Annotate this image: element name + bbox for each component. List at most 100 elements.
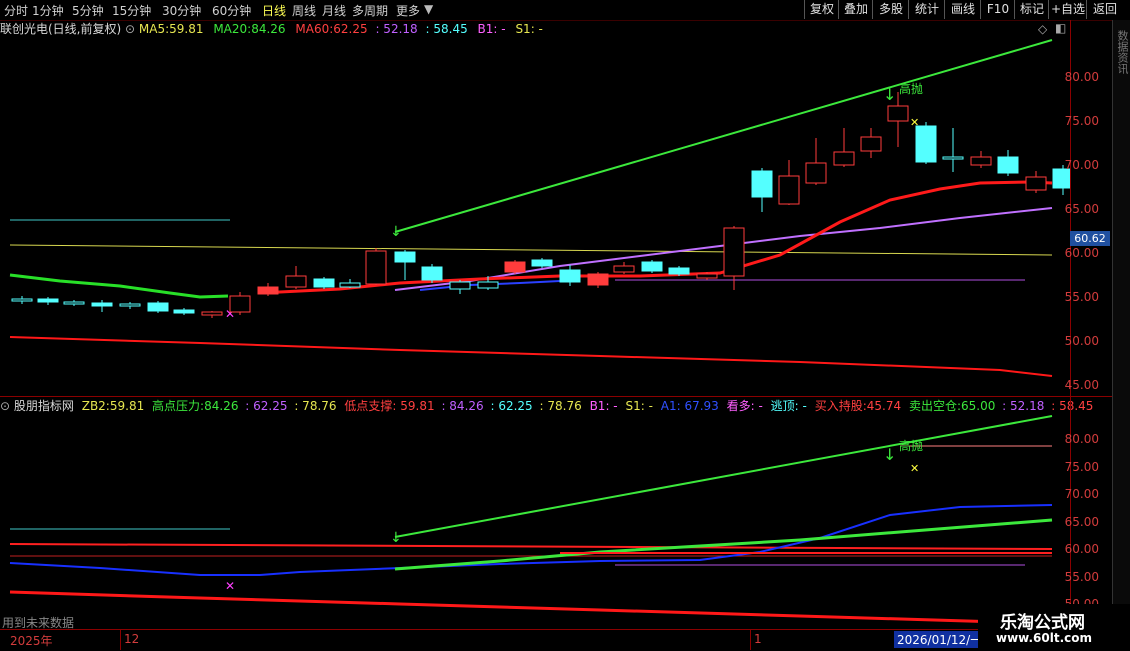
watermark: 乐淘公式网 www.60lt.com — [978, 604, 1130, 650]
candle-body — [942, 156, 964, 160]
sub-buy-arrow-icon: ↓ — [390, 530, 402, 546]
candle-body — [91, 302, 113, 307]
candle-body — [229, 295, 251, 313]
candle-body — [997, 156, 1019, 174]
candle-body — [477, 281, 499, 289]
ma20-value: 84.26 — [251, 22, 286, 36]
sub-lower-channel — [9, 590, 1053, 627]
period-tab-monthly[interactable]: 月线 — [322, 2, 346, 19]
current-price-tag: 60.62 — [1070, 231, 1110, 246]
stock-name: 联创光电(日线,前复权) — [0, 22, 122, 36]
cursor-date-label: 2026/01/12/一 — [894, 631, 986, 648]
period-tab-fenshi[interactable]: 分时 — [4, 2, 28, 19]
sub-chart: ↓ ↓ 高抛 ✕ ✕ — [9, 415, 1053, 627]
ma60-label: MA60: — [295, 22, 334, 36]
sub-sell-marker-label: 高抛 — [899, 438, 923, 453]
candle-body — [285, 275, 307, 288]
axis-label: 55.00 — [1064, 290, 1099, 304]
statistics-button[interactable]: 统计 — [908, 0, 945, 19]
period-tab-5min[interactable]: 5分钟 — [72, 2, 104, 19]
side-panel-label[interactable]: 数据资讯 — [1114, 30, 1130, 74]
axis-label: 55.00 — [1064, 570, 1099, 584]
candle-body — [257, 286, 279, 295]
candle-body — [531, 259, 553, 267]
candle-body — [641, 261, 663, 272]
f10-button[interactable]: F10 — [980, 0, 1015, 19]
candle-body — [173, 309, 195, 314]
candle-body — [696, 273, 718, 279]
time-axis-year: 2025年 — [10, 634, 53, 648]
period-tab-more[interactable]: 更多 — [396, 2, 420, 19]
candle-body — [421, 266, 443, 281]
axis-label: 65.00 — [1064, 202, 1099, 216]
axis-label: 75.00 — [1064, 460, 1099, 474]
candle-body — [751, 170, 773, 198]
candle-body — [313, 278, 335, 288]
draw-line-button[interactable]: 画线 — [944, 0, 981, 19]
sub-price-axis: 80.00 75.00 70.00 65.00 60.00 55.00 50.0… — [1065, 397, 1111, 629]
diamond-icon[interactable]: ◇ — [1038, 22, 1047, 36]
multi-stock-button[interactable]: 多股 — [872, 0, 909, 19]
sell-arrow-icon: ↓ — [883, 85, 896, 104]
axis-label: 75.00 — [1064, 114, 1099, 128]
legend-settings-icon[interactable]: ⊙ — [125, 22, 139, 36]
add-watchlist-button[interactable]: +自选 — [1048, 0, 1087, 19]
candle-body — [559, 269, 581, 283]
candle-body — [1025, 176, 1047, 191]
period-tab-multi[interactable]: 多周期 — [352, 2, 388, 19]
ma20-line — [9, 273, 229, 299]
more-dropdown-icon[interactable]: ▼ — [424, 2, 433, 16]
candle-body — [587, 273, 609, 286]
sub-sell-arrow-icon: ↓ — [883, 445, 896, 464]
candle-body — [119, 303, 141, 307]
period-tab-weekly[interactable]: 周线 — [292, 2, 316, 19]
candle-body — [504, 261, 526, 273]
period-tab-daily[interactable]: 日线 — [262, 2, 286, 19]
period-tab-1min[interactable]: 1分钟 — [32, 2, 64, 19]
candle-body — [887, 105, 909, 122]
main-b1: B1: - — [477, 22, 506, 36]
sub-upper-channel — [394, 415, 1053, 538]
period-tab-60min[interactable]: 60分钟 — [212, 2, 251, 19]
axis-label: 70.00 — [1064, 487, 1099, 501]
axis-label: 60.00 — [1064, 246, 1099, 260]
fuquan-button[interactable]: 复权 — [804, 0, 839, 19]
buy-arrow-icon: ↓ — [390, 224, 402, 240]
period-tab-15min[interactable]: 15分钟 — [112, 2, 151, 19]
main-s1: S1: - — [515, 22, 543, 36]
lower-channel-line — [9, 336, 1053, 377]
candle-body — [37, 298, 59, 303]
time-tick — [750, 630, 751, 650]
mark-button[interactable]: 标记 — [1014, 0, 1049, 19]
main-value-5: : 58.45 — [425, 22, 468, 36]
overlay-button[interactable]: 叠加 — [838, 0, 873, 19]
sub-high-x-marker-icon: ✕ — [910, 462, 919, 475]
window-toggle-icon[interactable]: ◧ — [1055, 21, 1066, 35]
sub-side-panel — [1112, 397, 1130, 629]
watermark-url: www.60lt.com — [996, 631, 1093, 645]
axis-label: 70.00 — [1064, 158, 1099, 172]
ma20-label: MA20: — [213, 22, 252, 36]
axis-label: 45.00 — [1064, 378, 1099, 392]
candle-body — [723, 227, 745, 277]
sub-low-x-marker-icon: ✕ — [225, 579, 235, 593]
candle-body — [805, 162, 827, 184]
watermark-title: 乐淘公式网 — [1000, 613, 1085, 633]
sub-ref-red — [9, 543, 1053, 550]
main-price-axis: 80.00 75.00 70.00 65.00 60.00 55.00 50.0… — [1065, 20, 1111, 397]
candle-body — [365, 250, 387, 285]
main-legend: 联创光电(日线,前复权) ⊙ MA5:59.81 MA20:84.26 MA60… — [0, 21, 543, 37]
time-axis-month-2: 1 — [754, 632, 762, 646]
candle-body — [394, 251, 416, 263]
period-tab-30min[interactable]: 30分钟 — [162, 2, 201, 19]
ma5-value: 59.81 — [169, 22, 204, 36]
candle-body — [11, 298, 33, 302]
axis-label: 60.00 — [1064, 542, 1099, 556]
candle-body — [449, 281, 471, 290]
candle-body — [339, 282, 361, 288]
axis-label: 80.00 — [1064, 70, 1099, 84]
ref-line-yellow — [9, 244, 1053, 256]
ma5-label: MA5: — [138, 22, 170, 36]
back-button[interactable]: 返回 — [1086, 0, 1123, 19]
candle-body — [613, 265, 635, 273]
